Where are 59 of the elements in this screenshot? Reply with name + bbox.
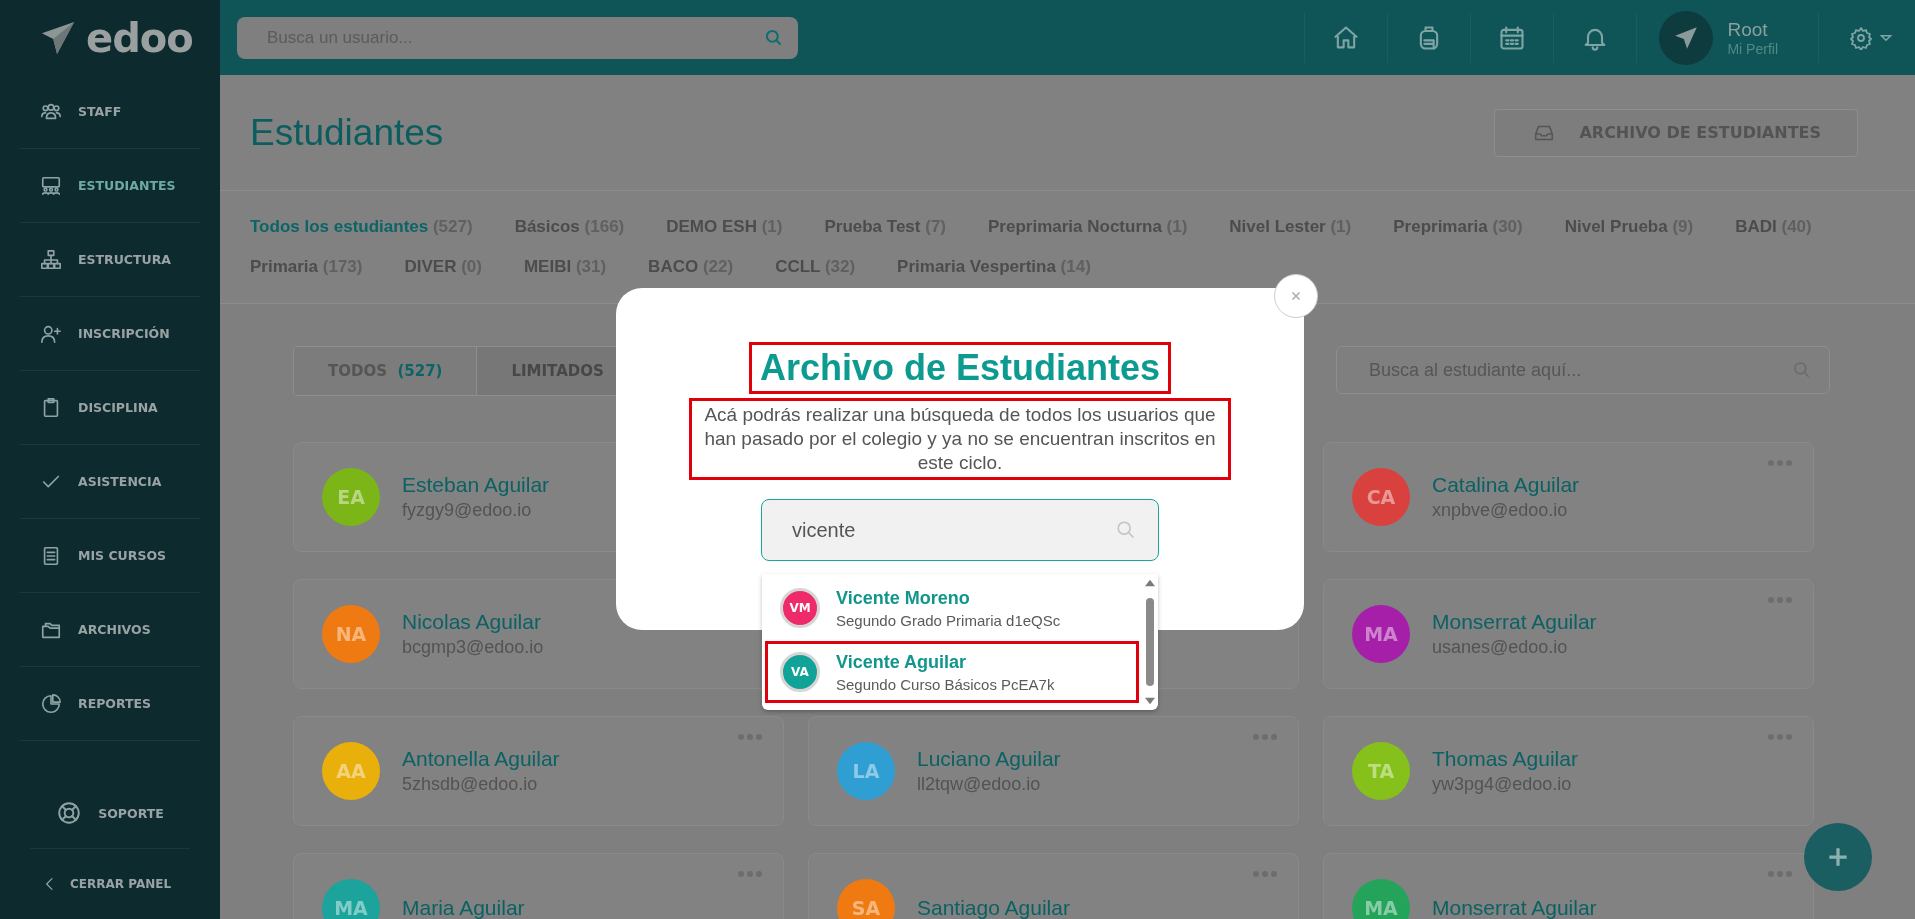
avatar: MA xyxy=(322,879,380,919)
student-name[interactable]: Maria Aguilar xyxy=(402,896,525,919)
student-name[interactable]: Esteban Aguilar xyxy=(402,473,550,497)
student-name[interactable]: Luciano Aguilar xyxy=(917,747,1061,771)
sidebar-item[interactable]: ESTUDIANTES xyxy=(20,149,200,223)
profile-link[interactable]: Mi Perfil xyxy=(1727,40,1778,57)
result-detail: Segundo Grado Primaria d1eQSc xyxy=(836,611,1061,629)
sidebar-item[interactable]: MIS CURSOS xyxy=(20,519,200,593)
sidebar-item[interactable]: DISCIPLINA xyxy=(20,371,200,445)
student-card[interactable]: MA Maria Aguilar xyxy=(293,853,784,919)
avatar: SA xyxy=(837,879,895,919)
scroll-up-icon xyxy=(1143,578,1157,588)
avatar: NA xyxy=(322,605,380,663)
close-button[interactable] xyxy=(1274,274,1318,318)
user-name[interactable]: Root xyxy=(1727,18,1778,41)
avatar: TA xyxy=(1352,742,1410,800)
classroom-icon xyxy=(40,174,62,197)
sidebar-item[interactable]: ASISTENCIA xyxy=(20,445,200,519)
close-icon xyxy=(1289,289,1303,303)
scrollbar-thumb[interactable] xyxy=(1146,598,1154,686)
page-title: Estudiantes xyxy=(250,111,444,154)
result-name: Vicente Moreno xyxy=(836,587,971,609)
result-detail: Segundo Curso Básicos PcEA7k xyxy=(836,675,1055,693)
collapse-panel-link[interactable]: CERRAR PANEL xyxy=(42,875,172,893)
student-card[interactable]: MA Monserrat Aguilar xyxy=(1323,853,1814,919)
sidebar-item[interactable]: ESTRUCTURA xyxy=(20,223,200,297)
student-name[interactable]: Catalina Aguilar xyxy=(1432,473,1580,497)
avatar: MA xyxy=(1352,605,1410,663)
result-name: Vicente Aguilar xyxy=(836,651,968,673)
gear-icon xyxy=(1849,25,1873,50)
avatar: EA xyxy=(322,468,380,526)
avatar: AA xyxy=(322,742,380,800)
student-name[interactable]: Thomas Aguilar xyxy=(1432,747,1578,771)
lifebuoy-icon xyxy=(56,800,83,826)
archive-search-field[interactable]: vicente xyxy=(761,499,1159,561)
avatar: VM xyxy=(780,588,820,628)
search-icon xyxy=(764,27,784,48)
avatar: MA xyxy=(1352,879,1410,919)
pie-chart-icon xyxy=(40,692,62,715)
sidebar-item[interactable]: REPORTES xyxy=(20,667,200,741)
logo-text: edoo xyxy=(86,14,193,61)
avatar: VA xyxy=(780,652,820,692)
student-name[interactable]: Antonella Aguilar xyxy=(402,747,560,771)
sidebar-item[interactable]: INSCRIPCIÓN xyxy=(20,297,200,371)
avatar: CA xyxy=(1352,468,1410,526)
search-icon xyxy=(1115,519,1137,541)
sidebar-item[interactable]: STAFF xyxy=(20,75,200,149)
student-name[interactable]: Monserrat Aguilar xyxy=(1432,610,1597,634)
hierarchy-icon xyxy=(40,248,62,271)
student-name[interactable]: Nicolas Aguilar xyxy=(402,610,544,634)
support-link[interactable]: SOPORTE xyxy=(56,800,164,826)
scroll-down-icon xyxy=(1143,696,1157,706)
sidebar-item[interactable]: ARCHIVOS xyxy=(20,593,200,667)
student-card[interactable]: SA Santiago Aguilar xyxy=(808,853,1299,919)
paper-plane-icon xyxy=(1673,24,1700,51)
modal-title: Archivo de Estudiantes xyxy=(751,345,1169,391)
avatar: LA xyxy=(837,742,895,800)
student-name[interactable]: Monserrat Aguilar xyxy=(1432,896,1597,919)
student-name[interactable]: Santiago Aguilar xyxy=(917,896,1070,919)
